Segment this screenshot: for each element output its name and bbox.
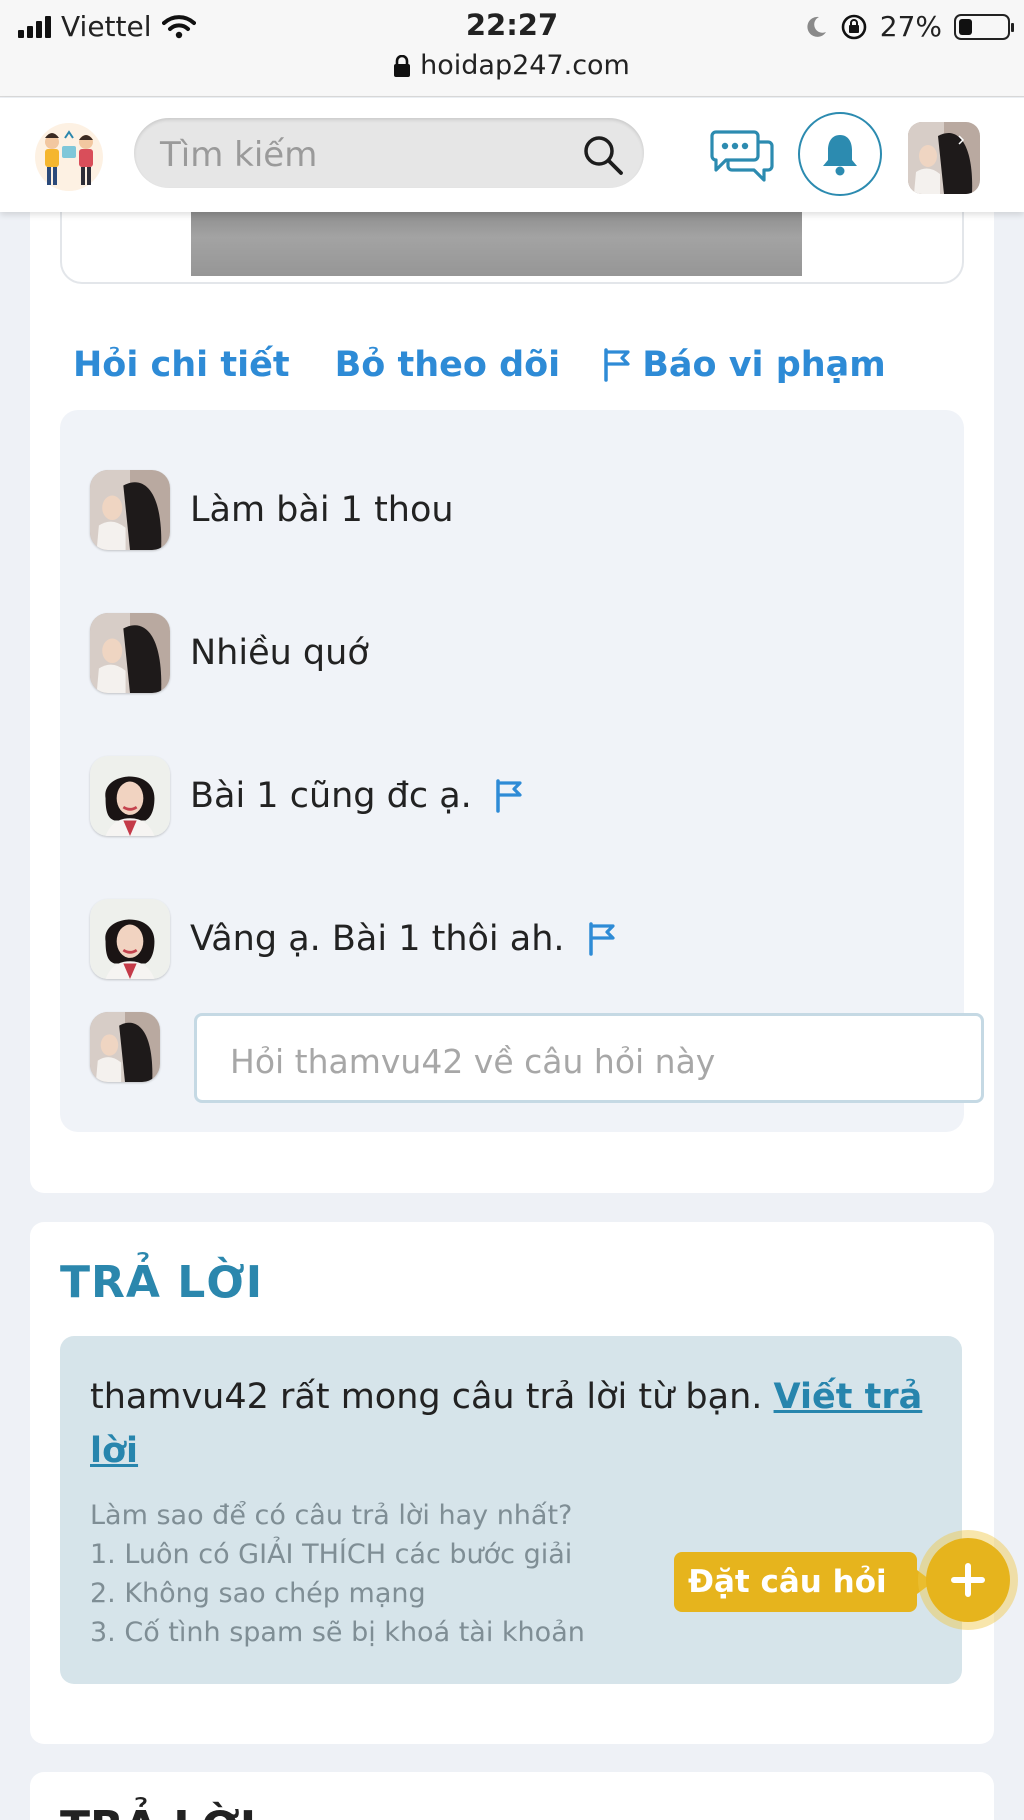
avatar-photo [90, 470, 170, 550]
comment-text: Bài 1 cũng đc ạ. [190, 776, 472, 816]
comment-avatar[interactable] [90, 756, 170, 836]
plus-icon [951, 1563, 985, 1597]
ask-comment-placeholder: Hỏi thamvu42 về câu hỏi này [230, 1042, 716, 1081]
ask-question-button[interactable] [926, 1538, 1010, 1622]
answer-section-title: TRẢ LỜI [60, 1257, 264, 1308]
answer-card: TRẢ LỜI thamvu42 rất mong câu trả lời từ… [30, 1222, 994, 1744]
flag-icon[interactable] [494, 779, 524, 813]
avatar-photo [90, 613, 170, 693]
tip-item: 2. Không sao chép mạng [90, 1578, 426, 1609]
tips-heading: Làm sao để có câu trả lời hay nhất? [90, 1500, 573, 1531]
battery-icon [954, 13, 1014, 40]
comment-text: Vâng ạ. Bài 1 thôi ah. [190, 919, 565, 959]
search-placeholder: Tìm kiếm [160, 135, 318, 175]
current-user-avatar [90, 1012, 160, 1082]
next-answer-title: TRẢ LỜI [60, 1802, 256, 1820]
question-actions: Hỏi chi tiết Bỏ theo dõi Báo vi phạm [73, 345, 886, 385]
user-avatar[interactable] [908, 122, 980, 194]
battery-fill [959, 18, 972, 35]
search-icon[interactable] [582, 134, 624, 176]
logo-icon[interactable] [32, 120, 106, 194]
status-right: 27% [804, 10, 1014, 43]
notification-button[interactable] [798, 112, 882, 196]
site-header: Tìm kiếm [0, 98, 1024, 212]
question-image[interactable] [191, 212, 802, 276]
unfollow-link[interactable]: Bỏ theo dõi [335, 345, 561, 385]
battery-percent: 27% [879, 10, 942, 43]
tip-item: 1. Luôn có GIẢI THÍCH các bước giải [90, 1539, 573, 1570]
comment-text: Nhiều quớ [190, 633, 369, 673]
bell-icon [823, 135, 857, 176]
comment-item: Vâng ạ. Bài 1 thôi ah. [90, 899, 617, 979]
chat-icon[interactable] [710, 128, 774, 184]
comment-avatar[interactable] [90, 470, 170, 550]
next-answer-card: TRẢ LỜI [30, 1772, 994, 1820]
flag-icon[interactable] [587, 922, 617, 956]
ask-detail-link[interactable]: Hỏi chi tiết [73, 345, 290, 385]
flag-icon[interactable] [602, 348, 632, 382]
comment-item: Làm bài 1 thou [90, 470, 454, 550]
comment-avatar[interactable] [90, 613, 170, 693]
answer-prompt-message: thamvu42 rất mong câu trả lời từ bạn. Vi… [90, 1370, 930, 1478]
ask-question-label[interactable]: Đặt câu hỏi [674, 1552, 933, 1612]
comment-text: Làm bài 1 thou [190, 490, 454, 530]
avatar-photo [90, 899, 170, 979]
avatar-photo [90, 1012, 160, 1082]
comment-item: Nhiều quớ [90, 613, 369, 693]
comments-box: Làm bài 1 thou Nhiều quớ Bài 1 cũng đc ạ… [60, 410, 984, 1132]
answer-prompt-text: thamvu42 rất mong câu trả lời từ bạn. [90, 1377, 763, 1417]
comment-avatar[interactable] [90, 899, 170, 979]
answer-prompt-box: thamvu42 rất mong câu trả lời từ bạn. Vi… [60, 1336, 962, 1684]
moon-icon [807, 16, 826, 37]
avatar-photo [90, 756, 170, 836]
tip-item: 3. Cố tình spam sẽ bị khoá tài khoản [90, 1617, 585, 1648]
report-link[interactable]: Báo vi phạm [642, 345, 886, 385]
comment-item: Bài 1 cũng đc ạ. [90, 756, 524, 836]
lock-icon [394, 54, 411, 77]
search-input[interactable]: Tìm kiếm [134, 118, 644, 188]
url-text: hoidap247.com [420, 50, 630, 81]
avatar-photo [908, 122, 980, 194]
status-bar: Viettel 22:27 hoidap247.com 27% [0, 0, 1024, 97]
answer-tips: Làm sao để có câu trả lời hay nhất? 1. L… [90, 1496, 585, 1652]
address-bar[interactable]: hoidap247.com [0, 50, 1024, 81]
ask-comment-input[interactable]: Hỏi thamvu42 về câu hỏi này [194, 1013, 984, 1103]
orientation-lock-icon [841, 14, 867, 39]
